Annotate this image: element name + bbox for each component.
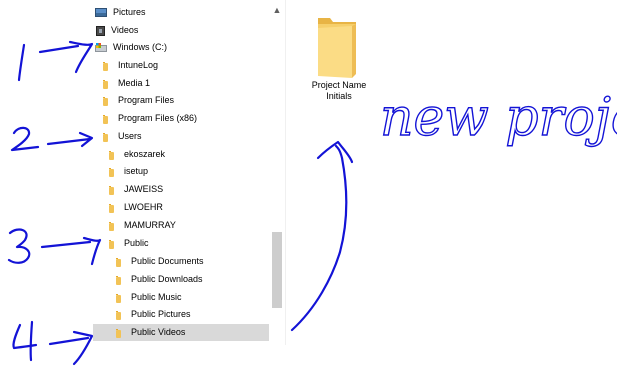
nav-item-public-videos[interactable]: Public Videos xyxy=(93,324,269,341)
nav-item-label: Users xyxy=(118,131,142,141)
folder-icon xyxy=(318,18,356,78)
nav-item-label: isetup xyxy=(124,166,149,176)
nav-item-lwoehr[interactable]: LWOEHR xyxy=(106,199,269,216)
scroll-thumb[interactable] xyxy=(272,232,282,308)
nav-item-label: LWOEHR xyxy=(124,202,163,212)
nav-item-windows-c[interactable]: Windows (C:) xyxy=(95,39,271,56)
nav-item-label: IntuneLog xyxy=(118,60,159,70)
folder-icon xyxy=(113,327,125,339)
folder-icon xyxy=(100,95,112,107)
folder-icon xyxy=(100,60,112,72)
nav-item-label: Public Documents xyxy=(131,256,204,266)
pictures-icon xyxy=(95,8,107,17)
nav-item-label: Videos xyxy=(111,25,139,35)
nav-item-public[interactable]: Public xyxy=(106,235,269,252)
nav-item-label: Windows (C:) xyxy=(113,42,168,52)
folder-name-line: Initials xyxy=(326,91,352,101)
folder-icon xyxy=(106,166,118,178)
folder-icon xyxy=(100,78,112,90)
nav-item-label: JAWEISS xyxy=(124,184,164,194)
folder-name-label: Project Name Initials xyxy=(303,80,375,102)
handwritten-note-new-project: new project xyxy=(379,87,617,148)
folder-icon xyxy=(100,131,112,143)
nav-item-public-pictures[interactable]: Public Pictures xyxy=(113,306,269,323)
folder-icon xyxy=(113,292,125,304)
folder-icon xyxy=(106,238,118,250)
nav-item-label: Public Pictures xyxy=(131,309,191,319)
nav-item-program-files[interactable]: Program Files xyxy=(100,92,276,109)
nav-item-label: ekoszarek xyxy=(124,149,166,159)
nav-item-videos[interactable]: Videos xyxy=(95,22,271,39)
folder-icon xyxy=(106,202,118,214)
nav-item-public-music[interactable]: Public Music xyxy=(113,289,269,306)
navigation-pane: Pictures Videos Windows (C:) IntuneLog M… xyxy=(0,0,285,345)
nav-item-media-1[interactable]: Media 1 xyxy=(100,75,276,92)
nav-item-label: Media 1 xyxy=(118,78,151,88)
svg-text:new project: new project xyxy=(380,88,617,148)
nav-item-users[interactable]: Users xyxy=(100,128,276,145)
scroll-up-arrow-icon[interactable]: ▲ xyxy=(271,4,283,16)
nav-item-mamurray[interactable]: MAMURRAY xyxy=(106,217,269,234)
nav-scrollbar[interactable]: ▲ ▼ xyxy=(271,0,283,343)
nav-item-label: Public Videos xyxy=(131,327,186,337)
folder-icon xyxy=(113,309,125,321)
nav-item-ekoszarek[interactable]: ekoszarek xyxy=(106,146,269,163)
folder-icon xyxy=(100,113,112,125)
nav-item-label: Program Files xyxy=(118,95,175,105)
pane-divider[interactable] xyxy=(285,0,286,345)
nav-item-label: Program Files (x86) xyxy=(118,113,198,123)
folder-name-line: Project Name xyxy=(311,80,367,90)
handwritten-arrow xyxy=(290,140,354,332)
nav-item-program-files-x86[interactable]: Program Files (x86) xyxy=(100,110,276,127)
project-folder-item[interactable]: Project Name Initials xyxy=(303,12,375,104)
folder-icon xyxy=(106,149,118,161)
nav-item-public-downloads[interactable]: Public Downloads xyxy=(113,271,269,288)
drive-icon xyxy=(95,42,107,54)
folder-icon xyxy=(113,274,125,286)
nav-item-jaweiss[interactable]: JAWEISS xyxy=(106,181,269,198)
nav-item-intunelog[interactable]: IntuneLog xyxy=(100,57,276,74)
nav-item-label: Public Music xyxy=(131,292,182,302)
folder-icon xyxy=(106,184,118,196)
nav-item-isetup[interactable]: isetup xyxy=(106,163,269,180)
folder-icon xyxy=(113,256,125,268)
nav-item-label: Public xyxy=(124,238,149,248)
nav-item-label: MAMURRAY xyxy=(124,220,176,230)
nav-item-pictures[interactable]: Pictures xyxy=(95,4,271,21)
nav-item-label: Public Downloads xyxy=(131,274,203,284)
nav-item-public-documents[interactable]: Public Documents xyxy=(113,253,269,270)
nav-item-label: Pictures xyxy=(113,7,146,17)
folder-icon xyxy=(106,220,118,232)
videos-icon xyxy=(96,25,105,36)
